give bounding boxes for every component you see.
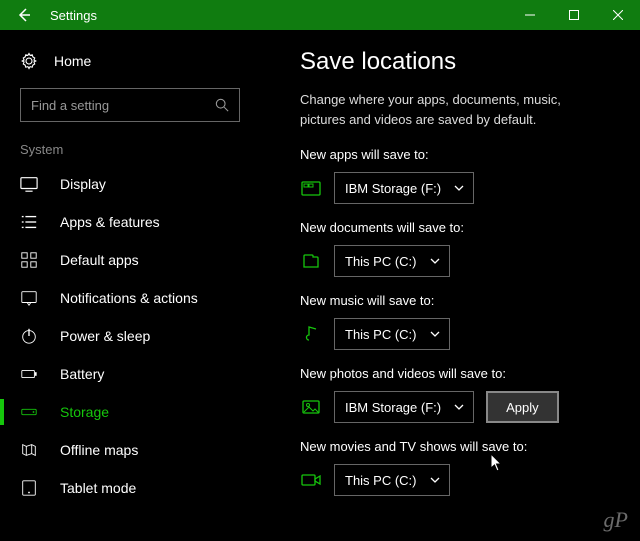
sidebar-item-label: Tablet mode — [60, 480, 136, 496]
map-icon — [20, 441, 42, 459]
dropdown-value: IBM Storage (F:) — [345, 181, 441, 196]
window-controls — [508, 0, 640, 30]
apps-location-dropdown[interactable]: IBM Storage (F:) — [334, 172, 474, 204]
sidebar-item-label: Storage — [60, 404, 109, 420]
search-input[interactable]: Find a setting — [20, 88, 240, 122]
page-title: Save locations — [300, 48, 610, 76]
home-label: Home — [54, 53, 91, 69]
maximize-button[interactable] — [552, 0, 596, 30]
power-icon — [20, 327, 42, 345]
sidebar-item-offline-maps[interactable]: Offline maps — [0, 431, 260, 469]
sidebar-item-power-sleep[interactable]: Power & sleep — [0, 317, 260, 355]
chevron-down-icon — [453, 182, 465, 194]
storage-icon — [20, 403, 42, 421]
documents-category-icon — [300, 250, 322, 272]
watermark: gP — [604, 507, 628, 533]
chevron-down-icon — [429, 255, 441, 267]
dropdown-value: This PC (C:) — [345, 327, 417, 342]
page-description: Change where your apps, documents, music… — [300, 90, 590, 129]
sidebar-item-label: Offline maps — [60, 442, 138, 458]
setting-label: New apps will save to: — [300, 147, 610, 162]
sidebar-item-storage[interactable]: Storage — [0, 393, 260, 431]
battery-icon — [20, 365, 42, 383]
chevron-down-icon — [429, 328, 441, 340]
movies-location-dropdown[interactable]: This PC (C:) — [334, 464, 450, 496]
setting-label: New documents will save to: — [300, 220, 610, 235]
content-panel: Save locations Change where your apps, d… — [260, 30, 640, 541]
chevron-down-icon — [453, 401, 465, 413]
setting-label: New movies and TV shows will save to: — [300, 439, 610, 454]
setting-label: New music will save to: — [300, 293, 610, 308]
sidebar-item-label: Apps & features — [60, 214, 160, 230]
notifications-icon — [20, 289, 42, 307]
list-icon — [20, 213, 42, 231]
apply-button[interactable]: Apply — [486, 391, 559, 423]
sidebar-item-display[interactable]: Display — [0, 165, 260, 203]
sidebar-item-tablet-mode[interactable]: Tablet mode — [0, 469, 260, 507]
sidebar-item-apps-features[interactable]: Apps & features — [0, 203, 260, 241]
maximize-icon — [569, 10, 579, 20]
sidebar-item-label: Notifications & actions — [60, 290, 198, 306]
setting-movies-tv: New movies and TV shows will save to: Th… — [300, 439, 610, 496]
apps-category-icon — [300, 177, 322, 199]
dropdown-value: IBM Storage (F:) — [345, 400, 441, 415]
music-category-icon — [300, 323, 322, 345]
sidebar-item-label: Power & sleep — [60, 328, 150, 344]
search-placeholder: Find a setting — [31, 98, 215, 113]
gear-icon — [20, 52, 38, 70]
sidebar-item-battery[interactable]: Battery — [0, 355, 260, 393]
minimize-button[interactable] — [508, 0, 552, 30]
setting-music: New music will save to: This PC (C:) — [300, 293, 610, 350]
setting-apps: New apps will save to: IBM Storage (F:) — [300, 147, 610, 204]
sidebar-item-notifications[interactable]: Notifications & actions — [0, 279, 260, 317]
window-title: Settings — [50, 8, 508, 23]
home-button[interactable]: Home — [0, 46, 260, 84]
chevron-down-icon — [429, 474, 441, 486]
tablet-icon — [20, 479, 42, 497]
search-icon — [215, 98, 229, 112]
sidebar-item-label: Battery — [60, 366, 104, 382]
minimize-icon — [525, 10, 535, 20]
display-icon — [20, 175, 42, 193]
sidebar-item-label: Default apps — [60, 252, 139, 268]
sidebar-item-default-apps[interactable]: Default apps — [0, 241, 260, 279]
close-icon — [613, 10, 623, 20]
grid-icon — [20, 251, 42, 269]
section-label: System — [0, 136, 260, 165]
back-arrow-icon — [16, 7, 32, 23]
back-button[interactable] — [8, 0, 40, 30]
setting-photos-videos: New photos and videos will save to: IBM … — [300, 366, 610, 423]
close-button[interactable] — [596, 0, 640, 30]
apply-label: Apply — [506, 400, 539, 415]
dropdown-value: This PC (C:) — [345, 473, 417, 488]
setting-documents: New documents will save to: This PC (C:) — [300, 220, 610, 277]
music-location-dropdown[interactable]: This PC (C:) — [334, 318, 450, 350]
photos-category-icon — [300, 396, 322, 418]
titlebar: Settings — [0, 0, 640, 30]
photos-location-dropdown[interactable]: IBM Storage (F:) — [334, 391, 474, 423]
sidebar: Home Find a setting System Display Apps … — [0, 30, 260, 541]
setting-label: New photos and videos will save to: — [300, 366, 610, 381]
documents-location-dropdown[interactable]: This PC (C:) — [334, 245, 450, 277]
sidebar-item-label: Display — [60, 176, 106, 192]
main-area: Home Find a setting System Display Apps … — [0, 30, 640, 541]
dropdown-value: This PC (C:) — [345, 254, 417, 269]
movies-category-icon — [300, 469, 322, 491]
